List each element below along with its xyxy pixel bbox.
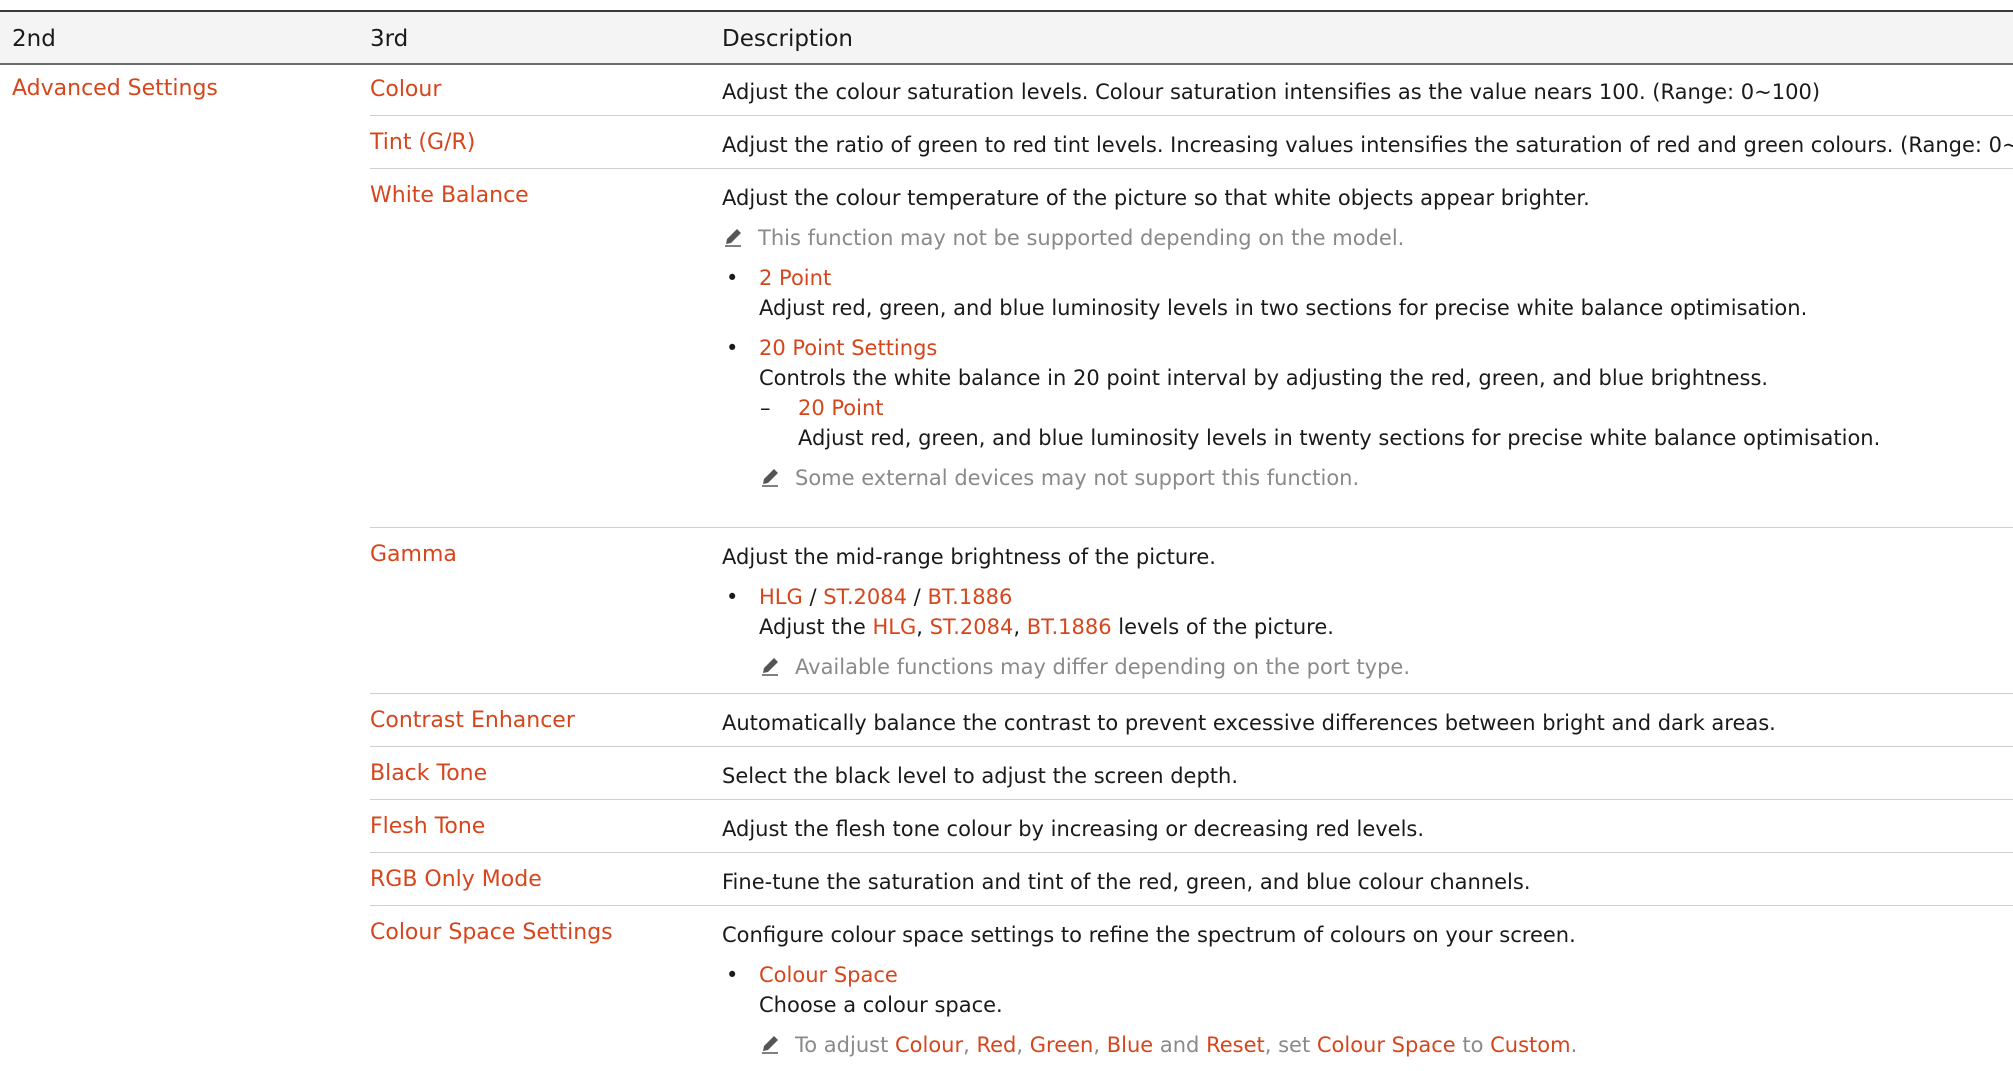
wb-20point-settings-desc: Controls the white balance in 20 point i…	[759, 366, 1769, 390]
row-desc-tint: Adjust the ratio of green to red tint le…	[722, 133, 2013, 157]
table-row: Gamma Adjust the mid-range brightness of…	[370, 528, 2013, 694]
text: , set	[1264, 1033, 1317, 1057]
term-colour: Colour	[894, 1033, 964, 1057]
pencil-note-icon	[762, 1036, 778, 1054]
separator: /	[907, 585, 928, 609]
row-desc-flesh-tone: Adjust the flesh tone colour by increasi…	[722, 817, 1425, 841]
gamma-modes: HLG / ST.2084 / BT.1886	[759, 582, 2012, 612]
wb-desc: Adjust the colour temperature of the pic…	[722, 186, 1590, 210]
table-row: Colour Adjust the colour saturation leve…	[370, 63, 2013, 116]
cs-note: To adjust Colour, Red, Green, Blue and R…	[722, 1030, 2012, 1060]
row-desc-black-tone: Select the black level to adjust the scr…	[722, 764, 1238, 788]
term-custom: Custom	[1490, 1033, 1571, 1057]
row-label-rgb-only-mode: RGB Only Mode	[370, 867, 542, 892]
table-row: White Balance Adjust the colour temperat…	[370, 169, 2013, 528]
row-label-colour: Colour	[370, 77, 442, 102]
pencil-note-icon	[762, 658, 778, 676]
wb-20point-settings-title: 20 Point Settings	[759, 336, 938, 360]
row-label-gamma: Gamma	[370, 542, 457, 567]
gamma-note-text: Available functions may differ depending…	[795, 655, 1410, 679]
gamma-st2084: ST.2084	[929, 615, 1014, 639]
list-item: 20 Point Adjust red, green, and blue lum…	[722, 393, 2012, 453]
row-label-colour-space-settings: Colour Space Settings	[370, 920, 613, 945]
term-red: Red	[976, 1033, 1017, 1057]
row-desc-white-balance: Adjust the colour temperature of the pic…	[722, 183, 2012, 493]
gamma-bt1886: BT.1886	[927, 585, 1013, 609]
term-reset: Reset	[1206, 1033, 1265, 1057]
wb-note2: Some external devices may not support th…	[722, 463, 2012, 493]
separator: ,	[963, 1033, 977, 1057]
gamma-hlg: HLG	[759, 585, 803, 609]
row-label-contrast-enhancer: Contrast Enhancer	[370, 708, 575, 733]
gamma-st2084: ST.2084	[823, 585, 907, 609]
table-row: RGB Only Mode Fine-tune the saturation a…	[370, 853, 2013, 906]
wb-20point-title: 20 Point	[798, 396, 884, 420]
text: levels of the picture.	[1111, 615, 1334, 639]
wb-note-text: This function may not be supported depen…	[758, 226, 1405, 250]
gamma-mode-desc: Adjust the HLG, ST.2084, BT.1886 levels …	[759, 612, 2012, 642]
wb-note: This function may not be supported depen…	[722, 223, 2012, 253]
text: to	[1455, 1033, 1491, 1057]
text: .	[1570, 1033, 1578, 1057]
row-label-tint: Tint (G/R)	[370, 130, 476, 155]
table-row: Black Tone Select the black level to adj…	[370, 747, 2013, 800]
separator: ,	[1093, 1033, 1107, 1057]
header-2nd: 2nd	[12, 26, 56, 52]
wb-note2-text: Some external devices may not support th…	[795, 466, 1360, 490]
gamma-note: Available functions may differ depending…	[722, 652, 2012, 682]
list-item: HLG / ST.2084 / BT.1886 Adjust the HLG, …	[722, 582, 2012, 642]
text: and	[1153, 1033, 1207, 1057]
table-row: Tint (G/R) Adjust the ratio of green to …	[370, 116, 2013, 169]
header-description: Description	[722, 26, 853, 52]
cs-desc: Configure colour space settings to refin…	[722, 923, 1576, 947]
cs-colour-space-title: Colour Space	[759, 963, 898, 987]
row-desc-colour-space-settings: Configure colour space settings to refin…	[722, 920, 2012, 1060]
cs-colour-space-desc: Choose a colour space.	[759, 993, 1003, 1017]
text: To adjust	[795, 1033, 895, 1057]
separator: ,	[1016, 1033, 1030, 1057]
row-desc-colour: Adjust the colour saturation levels. Col…	[722, 80, 1821, 104]
row-label-white-balance: White Balance	[370, 183, 529, 208]
row-label-black-tone: Black Tone	[370, 761, 488, 786]
separator: ,	[916, 615, 930, 639]
group-label: Advanced Settings	[12, 76, 218, 101]
row-label-flesh-tone: Flesh Tone	[370, 814, 486, 839]
pencil-note-icon	[762, 469, 778, 487]
list-item: 2 Point Adjust red, green, and blue lumi…	[722, 263, 2012, 323]
term-colour-space: Colour Space	[1316, 1033, 1456, 1057]
table-header: 2nd 3rd Description	[0, 10, 2013, 65]
list-item: 20 Point Settings Controls the white bal…	[722, 333, 2012, 393]
term-blue: Blue	[1106, 1033, 1154, 1057]
table-row: Contrast Enhancer Automatically balance …	[370, 694, 2013, 747]
wb-2point-title: 2 Point	[759, 266, 832, 290]
row-desc-rgb-only-mode: Fine-tune the saturation and tint of the…	[722, 870, 1531, 894]
gamma-hlg: HLG	[872, 615, 917, 639]
text: Adjust the	[759, 615, 873, 639]
settings-table: 2nd 3rd Description Advanced Settings Co…	[0, 0, 2013, 1071]
gamma-desc: Adjust the mid-range brightness of the p…	[722, 545, 1216, 569]
row-desc-gamma: Adjust the mid-range brightness of the p…	[722, 542, 2012, 682]
separator: ,	[1013, 615, 1027, 639]
pencil-note-icon	[725, 229, 741, 247]
row-desc-contrast-enhancer: Automatically balance the contrast to pr…	[722, 711, 1776, 735]
term-green: Green	[1029, 1033, 1094, 1057]
list-item: Colour Space Choose a colour space.	[722, 960, 2012, 1020]
wb-20point-desc: Adjust red, green, and blue luminosity l…	[798, 426, 1881, 450]
header-3rd: 3rd	[370, 26, 409, 52]
table-row: Colour Space Settings Configure colour s…	[370, 906, 2013, 1071]
wb-2point-desc: Adjust red, green, and blue luminosity l…	[759, 296, 1808, 320]
separator: /	[802, 585, 824, 609]
table-row: Flesh Tone Adjust the flesh tone colour …	[370, 800, 2013, 853]
gamma-bt1886: BT.1886	[1026, 615, 1112, 639]
